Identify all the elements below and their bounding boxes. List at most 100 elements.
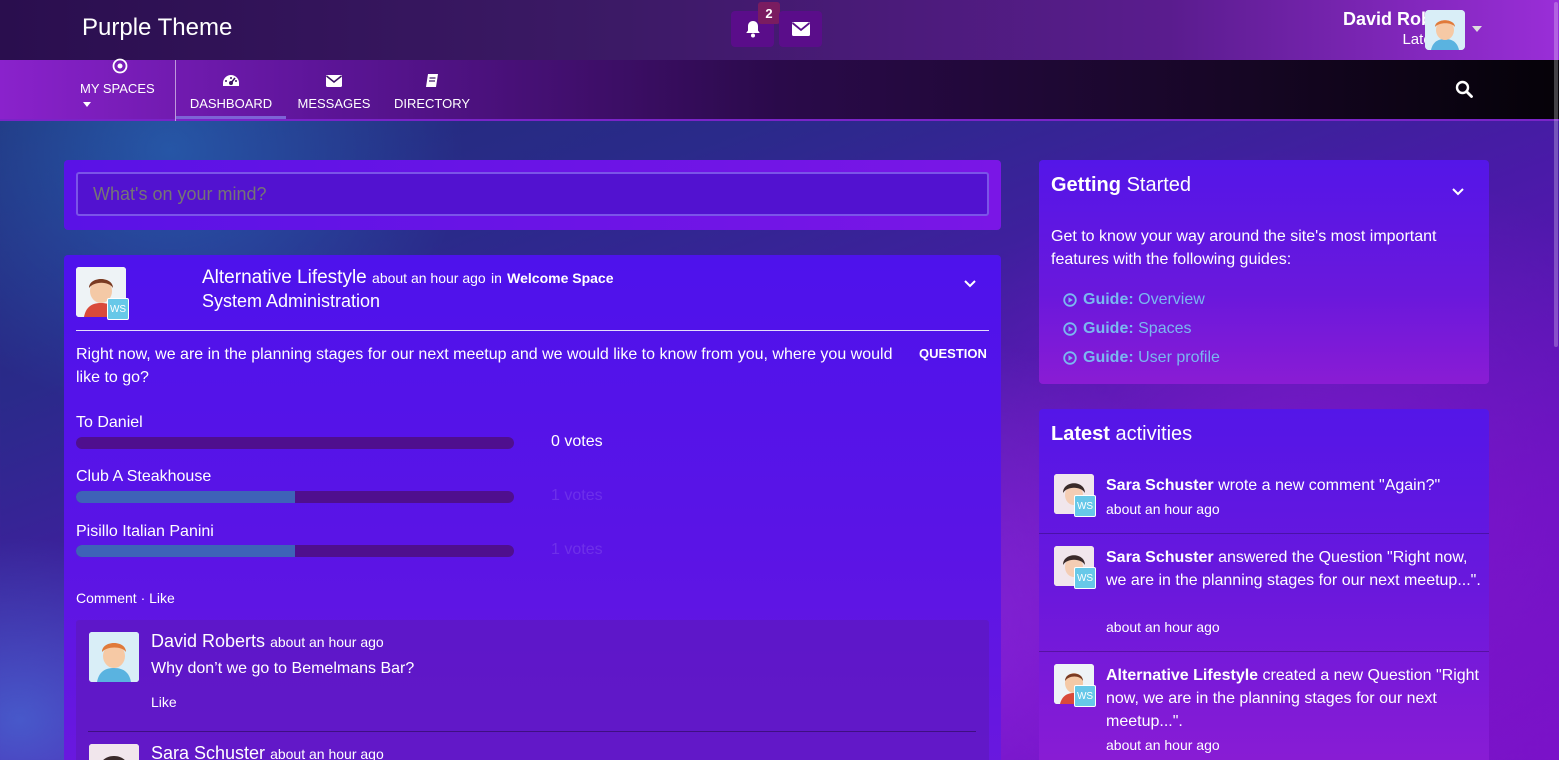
nav-label: MESSAGES: [297, 96, 371, 111]
poll-progress-bar: [76, 491, 514, 503]
comment-author-avatar: [89, 632, 139, 682]
panel-title-bold: Latest: [1051, 423, 1110, 445]
space-badge[interactable]: WS: [107, 298, 129, 320]
composer-card: [64, 160, 1001, 230]
panel-title: Latest activities: [1051, 423, 1192, 446]
comment-author[interactable]: Sara Schuster: [151, 743, 265, 760]
activity-item[interactable]: WS Alternative Lifestyle created a new Q…: [1039, 664, 1489, 760]
top-icons: 2: [731, 2, 822, 47]
caret-down-icon: [83, 102, 91, 108]
envelope-icon: [791, 22, 810, 36]
divider: [76, 330, 989, 331]
guide-link-user-profile[interactable]: Guide: User profile: [1063, 349, 1220, 367]
avatar[interactable]: [89, 744, 139, 760]
activity-actor: Sara Schuster: [1106, 477, 1214, 494]
stream-post: WS Alternative Lifestyle about an hour a…: [64, 255, 1001, 760]
search-icon: [1455, 80, 1473, 98]
poll-option-label[interactable]: Club A Steakhouse: [76, 468, 211, 486]
search-button[interactable]: [1455, 80, 1473, 103]
comment-author-avatar: [89, 744, 139, 760]
activity-actor: Alternative Lifestyle: [1106, 667, 1259, 684]
getting-started-description: Get to know your way around the site's m…: [1051, 228, 1437, 268]
poll-votes[interactable]: 0 votes: [551, 433, 603, 451]
comment-text: Why don’t we go to Bemelmans Bar?: [151, 660, 415, 677]
divider: [1039, 651, 1489, 652]
messages-button[interactable]: [779, 11, 822, 47]
poll-votes[interactable]: 1 votes: [551, 541, 603, 559]
activity-actor: Sara Schuster: [1106, 549, 1214, 566]
poll-progress-bar: [76, 437, 514, 449]
dashboard-icon: [223, 75, 239, 86]
post-subtitle: System Administration: [202, 291, 381, 311]
separator: ·: [140, 590, 150, 606]
post-menu-button[interactable]: [964, 275, 976, 293]
divider: [88, 731, 976, 732]
activity-time: about an hour ago: [1106, 737, 1220, 753]
guide-prefix: Guide:: [1083, 349, 1134, 366]
poll-votes[interactable]: 1 votes: [551, 487, 603, 505]
user-avatar-image: [1425, 10, 1465, 50]
latest-activities-panel: Latest activities WS Sara Schuster wrote…: [1039, 409, 1489, 760]
post-header: Alternative Lifestyle about an hour ago …: [202, 267, 614, 289]
post-time[interactable]: about an hour ago: [372, 270, 486, 286]
activity-item[interactable]: WS Sara Schuster wrote a new comment "Ag…: [1039, 474, 1489, 534]
poll-option-label[interactable]: Pisillo Italian Panini: [76, 523, 214, 541]
poll-option-label[interactable]: To Daniel: [76, 414, 143, 432]
guide-prefix: Guide:: [1083, 291, 1134, 308]
space-badge: WS: [1074, 567, 1096, 589]
activity-text: Alternative Lifestyle created a new Ques…: [1106, 664, 1481, 733]
post-space-link[interactable]: Welcome Space: [507, 270, 613, 286]
target-icon: [112, 58, 128, 74]
collapse-button[interactable]: [1452, 183, 1464, 201]
envelope-icon: [326, 75, 342, 87]
chevron-down-icon[interactable]: [1472, 26, 1482, 32]
question-tag: QUESTION: [919, 346, 987, 361]
chevron-down-icon: [1452, 188, 1464, 196]
play-circle-icon: [1063, 293, 1077, 307]
nav-dashboard[interactable]: DASHBOARD: [187, 60, 275, 119]
nav-active-indicator: [176, 116, 286, 119]
question-text: Right now, we are in the planning stages…: [76, 346, 893, 386]
main-nav: MY SPACES DASHBOARD MESSAGES DIRECTORY: [0, 58, 1559, 121]
activity-time: about an hour ago: [1106, 501, 1220, 517]
comment-author[interactable]: David Roberts: [151, 631, 265, 651]
like-link[interactable]: Like: [149, 590, 175, 606]
play-circle-icon: [1063, 322, 1077, 336]
nav-my-spaces[interactable]: MY SPACES: [80, 58, 160, 119]
guide-label: Spaces: [1138, 320, 1192, 337]
guide-link-overview[interactable]: Guide: Overview: [1063, 291, 1205, 309]
scrollbar-thumb[interactable]: [1554, 2, 1558, 347]
app-title[interactable]: Purple Theme: [82, 14, 232, 42]
post-actions: Comment · Like: [76, 590, 175, 606]
nav-messages[interactable]: MESSAGES: [296, 60, 372, 119]
chevron-down-icon: [964, 280, 976, 288]
panel-title: Getting Started: [1051, 174, 1191, 197]
avatar[interactable]: [1425, 10, 1465, 50]
nav-directory[interactable]: DIRECTORY: [392, 60, 472, 119]
post-author[interactable]: Alternative Lifestyle: [202, 267, 367, 288]
panel-title-rest: Started: [1126, 174, 1192, 196]
comment-time[interactable]: about an hour ago: [270, 746, 384, 760]
comment-header: Sara Schuster about an hour ago: [151, 743, 384, 760]
avatar[interactable]: [89, 632, 139, 682]
book-icon: [426, 74, 438, 87]
getting-started-panel: Getting Started Get to know your way aro…: [1039, 160, 1489, 384]
nav-divider: [175, 60, 176, 121]
poll-fill: [76, 545, 295, 557]
play-circle-icon: [1063, 351, 1077, 365]
activity-item[interactable]: WS Sara Schuster answered the Question "…: [1039, 546, 1489, 646]
poll-progress-bar: [76, 545, 514, 557]
activity-text: Sara Schuster wrote a new comment "Again…: [1106, 474, 1481, 497]
page-scrollbar[interactable]: [1553, 0, 1559, 350]
notification-count-badge: 2: [758, 2, 780, 24]
poll-fill: [76, 491, 295, 503]
guide-link-spaces[interactable]: Guide: Spaces: [1063, 320, 1192, 338]
comment-time[interactable]: about an hour ago: [270, 634, 384, 650]
panel-title-rest: activities: [1115, 423, 1193, 445]
activity-time: about an hour ago: [1106, 619, 1220, 635]
comment-like-link[interactable]: Like: [151, 694, 177, 710]
notifications-button[interactable]: 2: [731, 2, 780, 47]
comment-link[interactable]: Comment: [76, 590, 137, 606]
status-input[interactable]: [76, 172, 989, 216]
guide-prefix: Guide:: [1083, 320, 1134, 337]
